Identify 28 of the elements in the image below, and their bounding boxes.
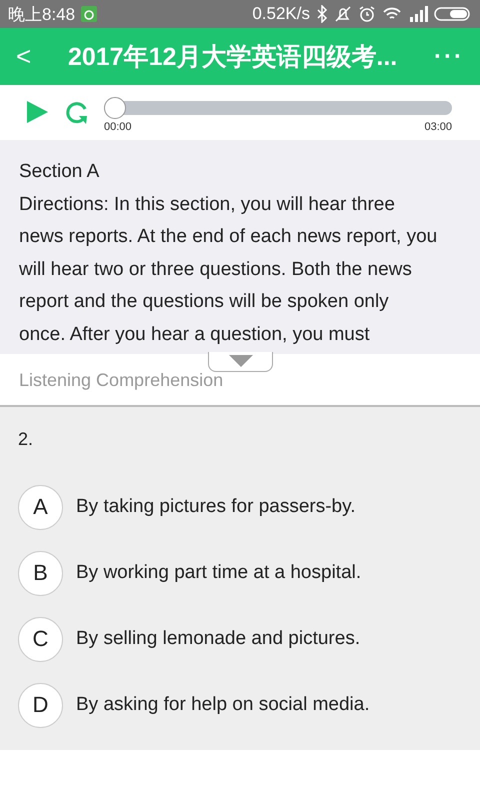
option-letter[interactable]: D <box>18 682 63 728</box>
option-text[interactable]: By working part time at a hospital. <box>76 562 362 584</box>
bluetooth-icon <box>316 5 328 23</box>
option-letter[interactable]: B <box>18 550 63 596</box>
alarm-icon <box>358 5 376 23</box>
signal-icon <box>408 6 428 22</box>
option-text[interactable]: By taking pictures for passers-by. <box>76 496 356 518</box>
network-speed: 0.52K/s <box>252 4 310 24</box>
directions-text: Directions: In this section, you will hear three news reports. At the end of each news report, you will hear two or three questions. Both the news report and the questions will be spoken only once. After you hear a question, you must <box>19 192 438 346</box>
page-title: 2017年12月大学英语四级考... <box>66 42 398 73</box>
part-label: Listening Comprehension <box>19 370 224 391</box>
section-heading: Section A <box>19 160 100 184</box>
play-button[interactable] <box>24 99 50 125</box>
expand-tab[interactable] <box>208 352 273 372</box>
app-notification-icon <box>81 6 98 22</box>
option-text[interactable]: By selling lemonade and pictures. <box>76 628 360 650</box>
question-number: 2. <box>18 429 34 450</box>
option-letter[interactable]: A <box>18 484 63 530</box>
total-time: 03:00 <box>424 121 452 133</box>
battery-icon <box>434 6 472 22</box>
elapsed-time: 00:00 <box>104 121 132 133</box>
muted-bell-icon <box>334 5 352 23</box>
replay-button[interactable] <box>64 99 90 125</box>
progress-track[interactable] <box>104 97 452 119</box>
status-time: 晚上8:48 <box>8 4 76 26</box>
option-letter[interactable]: C <box>18 616 63 662</box>
option-text[interactable]: By asking for help on social media. <box>76 694 370 716</box>
progress-thumb[interactable] <box>104 97 126 119</box>
